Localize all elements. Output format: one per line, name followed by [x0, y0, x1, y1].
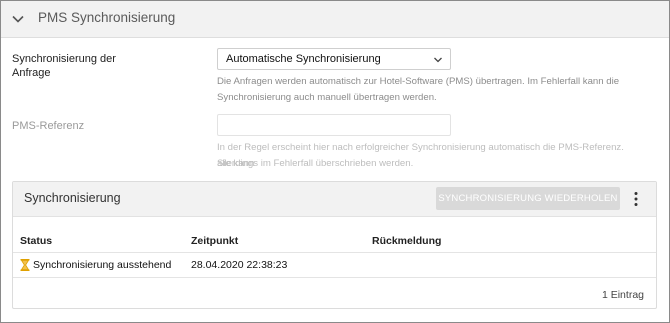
chevron-down-icon [434, 57, 442, 63]
sync-mode-help-line1: Die Anfragen werden automatisch zur Hote… [217, 76, 620, 87]
sync-mode-value: Automatische Synchronisierung [226, 53, 381, 65]
row-status: Synchronisierung ausstehend [33, 259, 172, 271]
row-zeitpunkt: 28.04.2020 22:38:23 [191, 259, 288, 271]
pms-reference-input [217, 114, 451, 136]
pms-reference-help-line2: allerdings im Fehlerfall überschrieben w… [217, 158, 414, 169]
row-divider [13, 277, 656, 278]
section-title: PMS Synchronisierung [38, 10, 176, 25]
sync-mode-label: Synchronisierung der Anfrage [12, 53, 116, 79]
header-divider [13, 252, 656, 253]
column-header-status[interactable]: Status [20, 235, 52, 247]
hourglass-icon [20, 259, 30, 271]
chevron-down-icon[interactable] [11, 12, 25, 26]
column-header-rueckmeldung[interactable]: Rückmeldung [372, 235, 441, 247]
sync-mode-help-line2: Synchronisierung auch manuell übertragen… [217, 92, 437, 103]
sync-card-header: Synchronisierung SYNCHRONISIERUNG WIEDER… [13, 182, 656, 217]
pms-reference-label: PMS-Referenz [12, 120, 85, 132]
pms-sync-panel: PMS Synchronisierung Synchronisierung de… [0, 0, 670, 323]
column-header-zeitpunkt[interactable]: Zeitpunkt [191, 235, 238, 247]
sync-card: Synchronisierung SYNCHRONISIERUNG WIEDER… [12, 181, 657, 309]
sync-mode-select[interactable]: Automatische Synchronisierung [217, 48, 451, 70]
section-header[interactable]: PMS Synchronisierung [1, 1, 669, 38]
entry-count: 1 Eintrag [601, 289, 644, 301]
more-vertical-icon[interactable] [630, 190, 642, 208]
sync-card-title: Synchronisierung [24, 191, 121, 205]
retry-sync-button[interactable]: SYNCHRONISIERUNG WIEDERHOLEN [436, 187, 620, 210]
